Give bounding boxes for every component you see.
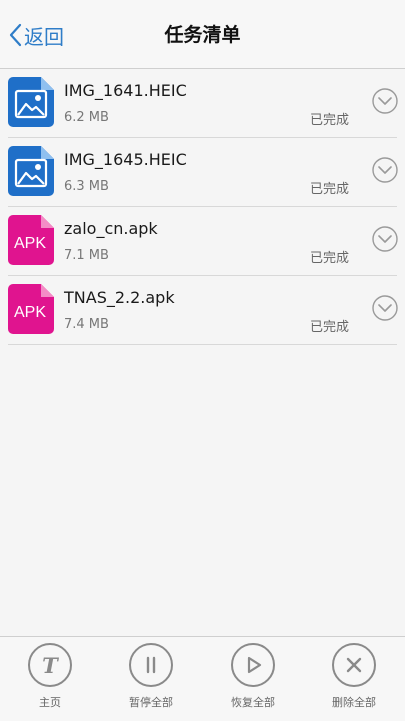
file-name: TNAS_2.2.apk — [64, 288, 175, 307]
status-label: 已完成 — [310, 182, 350, 197]
status-label: 已完成 — [310, 251, 350, 266]
home-icon-letter: T — [42, 653, 59, 677]
close-icon — [332, 643, 376, 687]
file-size: 7.1 MB — [64, 248, 109, 263]
task-list: IMG_1641.HEIC 6.2 MB 已完成 IMG_1645.HEIC 6… — [0, 69, 405, 345]
image-file-icon — [8, 146, 54, 196]
file-size: 6.2 MB — [64, 110, 109, 125]
file-name: IMG_1641.HEIC — [64, 81, 187, 100]
resume-all-button[interactable]: 恢复全部 — [203, 643, 303, 719]
image-file-icon — [8, 77, 54, 127]
delete-all-label: 删除全部 — [332, 696, 376, 709]
file-size: 7.4 MB — [64, 317, 109, 332]
resume-all-label: 恢复全部 — [231, 696, 275, 709]
expand-chevron-icon[interactable] — [372, 226, 398, 252]
delete-all-button[interactable]: 删除全部 — [304, 643, 404, 719]
home-icon: T — [28, 643, 72, 687]
pause-all-button[interactable]: 暂停全部 — [101, 643, 201, 719]
expand-chevron-icon[interactable] — [372, 157, 398, 183]
file-size: 6.3 MB — [64, 179, 109, 194]
status-label: 已完成 — [310, 113, 350, 128]
apk-file-icon: APK — [8, 215, 54, 265]
file-name: IMG_1645.HEIC — [64, 150, 187, 169]
pause-icon — [129, 643, 173, 687]
task-row[interactable]: IMG_1645.HEIC 6.3 MB 已完成 — [8, 138, 398, 207]
apk-icon-text: APK — [14, 235, 46, 252]
expand-chevron-icon[interactable] — [372, 88, 398, 114]
home-button[interactable]: T 主页 — [0, 643, 100, 719]
header-bar: 返回 任务清单 — [0, 0, 405, 69]
status-label: 已完成 — [310, 320, 350, 335]
file-name: zalo_cn.apk — [64, 219, 158, 238]
apk-icon-text: APK — [14, 304, 46, 321]
page-title: 任务清单 — [164, 24, 241, 46]
apk-file-icon: APK — [8, 284, 54, 334]
pause-all-label: 暂停全部 — [129, 696, 173, 709]
task-row[interactable]: APK TNAS_2.2.apk 7.4 MB 已完成 — [8, 276, 398, 345]
home-label: 主页 — [39, 696, 61, 709]
task-row[interactable]: APK zalo_cn.apk 7.1 MB 已完成 — [8, 207, 398, 276]
expand-chevron-icon[interactable] — [372, 295, 398, 321]
task-row[interactable]: IMG_1641.HEIC 6.2 MB 已完成 — [8, 69, 398, 138]
bottom-toolbar: T 主页 暂停全部 恢复全部 删除全部 — [0, 636, 405, 721]
play-icon — [231, 643, 275, 687]
